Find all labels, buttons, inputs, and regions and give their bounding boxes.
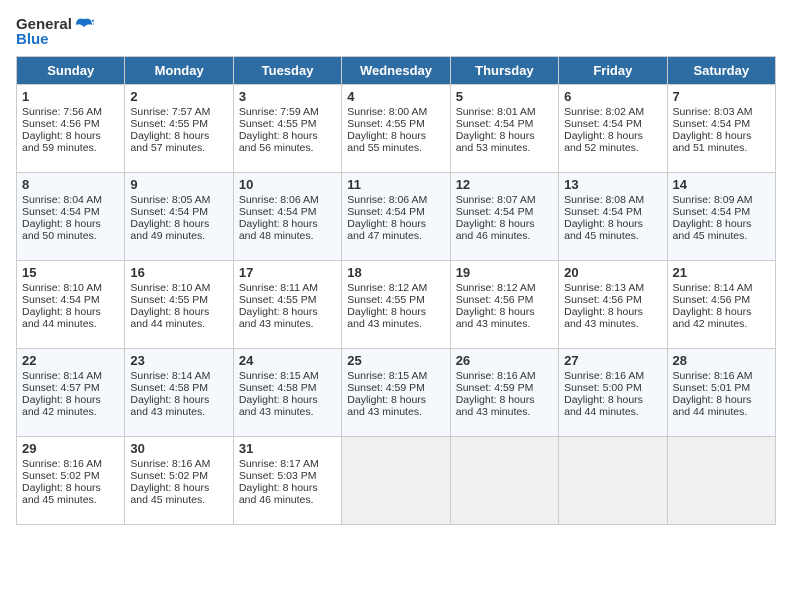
calendar-cell: 31Sunrise: 8:17 AMSunset: 5:03 PMDayligh… (233, 437, 341, 525)
day-of-week-header: Tuesday (233, 57, 341, 85)
calendar-week-row: 8Sunrise: 8:04 AMSunset: 4:54 PMDaylight… (17, 173, 776, 261)
logo-bird-icon (74, 17, 94, 33)
logo: General Blue (16, 16, 94, 48)
calendar-cell: 22Sunrise: 8:14 AMSunset: 4:57 PMDayligh… (17, 349, 125, 437)
calendar-cell: 17Sunrise: 8:11 AMSunset: 4:55 PMDayligh… (233, 261, 341, 349)
day-of-week-header: Friday (559, 57, 667, 85)
calendar-week-row: 1Sunrise: 7:56 AMSunset: 4:56 PMDaylight… (17, 85, 776, 173)
calendar-cell: 15Sunrise: 8:10 AMSunset: 4:54 PMDayligh… (17, 261, 125, 349)
calendar-cell: 26Sunrise: 8:16 AMSunset: 4:59 PMDayligh… (450, 349, 558, 437)
calendar-cell (450, 437, 558, 525)
calendar-cell: 14Sunrise: 8:09 AMSunset: 4:54 PMDayligh… (667, 173, 775, 261)
calendar-cell: 21Sunrise: 8:14 AMSunset: 4:56 PMDayligh… (667, 261, 775, 349)
day-of-week-header: Monday (125, 57, 233, 85)
calendar-cell: 11Sunrise: 8:06 AMSunset: 4:54 PMDayligh… (342, 173, 450, 261)
day-of-week-header: Sunday (17, 57, 125, 85)
calendar-cell: 27Sunrise: 8:16 AMSunset: 5:00 PMDayligh… (559, 349, 667, 437)
calendar-body: 1Sunrise: 7:56 AMSunset: 4:56 PMDaylight… (17, 85, 776, 525)
calendar-cell: 18Sunrise: 8:12 AMSunset: 4:55 PMDayligh… (342, 261, 450, 349)
page-header: General Blue (16, 16, 776, 48)
calendar-cell: 8Sunrise: 8:04 AMSunset: 4:54 PMDaylight… (17, 173, 125, 261)
calendar-cell: 2Sunrise: 7:57 AMSunset: 4:55 PMDaylight… (125, 85, 233, 173)
day-of-week-header: Saturday (667, 57, 775, 85)
calendar-cell: 3Sunrise: 7:59 AMSunset: 4:55 PMDaylight… (233, 85, 341, 173)
calendar-cell (559, 437, 667, 525)
calendar-cell: 29Sunrise: 8:16 AMSunset: 5:02 PMDayligh… (17, 437, 125, 525)
calendar-week-row: 22Sunrise: 8:14 AMSunset: 4:57 PMDayligh… (17, 349, 776, 437)
calendar-cell: 4Sunrise: 8:00 AMSunset: 4:55 PMDaylight… (342, 85, 450, 173)
logo-text-block: General Blue (16, 16, 94, 48)
calendar-cell: 12Sunrise: 8:07 AMSunset: 4:54 PMDayligh… (450, 173, 558, 261)
logo-blue: Blue (16, 31, 49, 48)
calendar-cell: 19Sunrise: 8:12 AMSunset: 4:56 PMDayligh… (450, 261, 558, 349)
calendar-cell: 6Sunrise: 8:02 AMSunset: 4:54 PMDaylight… (559, 85, 667, 173)
calendar-cell: 25Sunrise: 8:15 AMSunset: 4:59 PMDayligh… (342, 349, 450, 437)
calendar-cell: 20Sunrise: 8:13 AMSunset: 4:56 PMDayligh… (559, 261, 667, 349)
calendar-cell (342, 437, 450, 525)
calendar-cell: 13Sunrise: 8:08 AMSunset: 4:54 PMDayligh… (559, 173, 667, 261)
calendar-week-row: 29Sunrise: 8:16 AMSunset: 5:02 PMDayligh… (17, 437, 776, 525)
calendar-cell: 28Sunrise: 8:16 AMSunset: 5:01 PMDayligh… (667, 349, 775, 437)
calendar-week-row: 15Sunrise: 8:10 AMSunset: 4:54 PMDayligh… (17, 261, 776, 349)
day-of-week-header: Wednesday (342, 57, 450, 85)
day-of-week-header: Thursday (450, 57, 558, 85)
calendar-cell: 1Sunrise: 7:56 AMSunset: 4:56 PMDaylight… (17, 85, 125, 173)
calendar-cell: 10Sunrise: 8:06 AMSunset: 4:54 PMDayligh… (233, 173, 341, 261)
calendar-cell: 16Sunrise: 8:10 AMSunset: 4:55 PMDayligh… (125, 261, 233, 349)
calendar-cell: 5Sunrise: 8:01 AMSunset: 4:54 PMDaylight… (450, 85, 558, 173)
calendar-table: SundayMondayTuesdayWednesdayThursdayFrid… (16, 56, 776, 525)
calendar-cell: 9Sunrise: 8:05 AMSunset: 4:54 PMDaylight… (125, 173, 233, 261)
calendar-cell: 24Sunrise: 8:15 AMSunset: 4:58 PMDayligh… (233, 349, 341, 437)
calendar-cell (667, 437, 775, 525)
calendar-cell: 30Sunrise: 8:16 AMSunset: 5:02 PMDayligh… (125, 437, 233, 525)
calendar-cell: 7Sunrise: 8:03 AMSunset: 4:54 PMDaylight… (667, 85, 775, 173)
calendar-cell: 23Sunrise: 8:14 AMSunset: 4:58 PMDayligh… (125, 349, 233, 437)
calendar-header-row: SundayMondayTuesdayWednesdayThursdayFrid… (17, 57, 776, 85)
